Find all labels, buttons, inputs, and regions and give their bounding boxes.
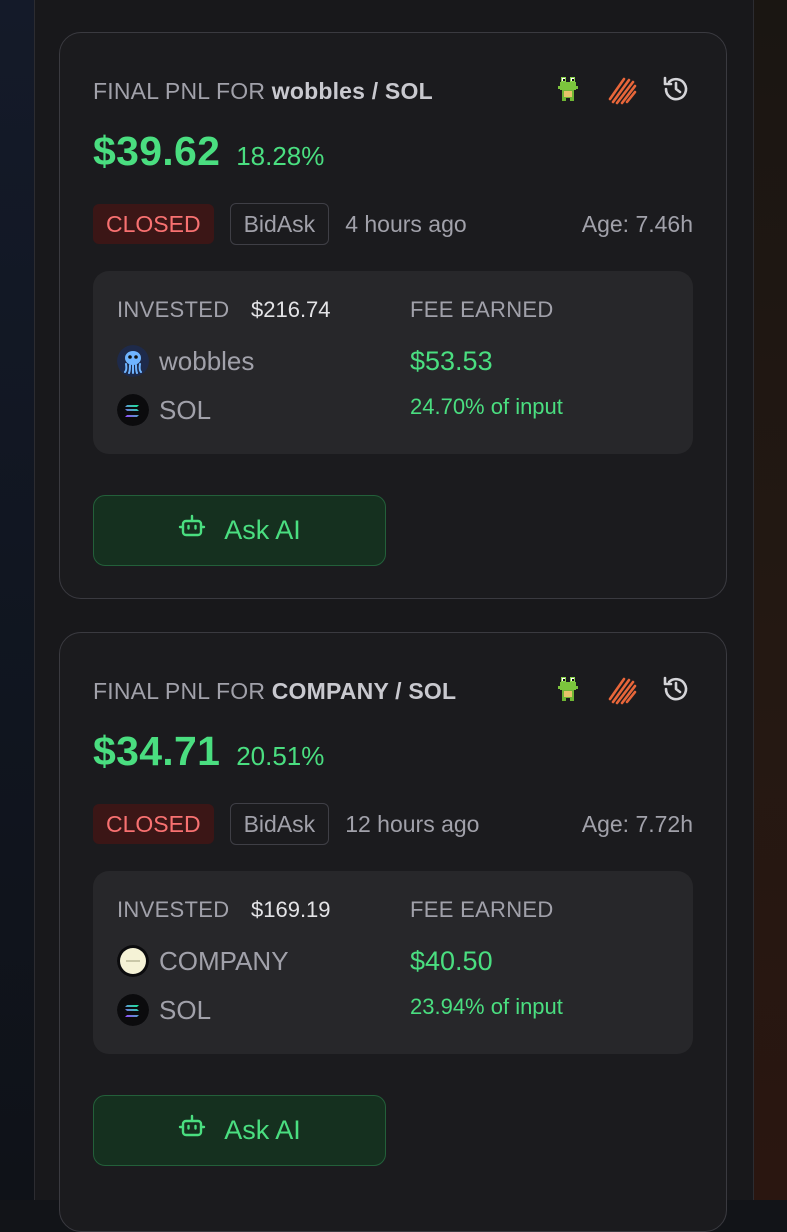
history-icon[interactable]: [660, 73, 692, 105]
invested-value: $216.74: [251, 297, 331, 322]
pnl-row: $34.71 20.51%: [93, 728, 324, 775]
ask-ai-label: Ask AI: [224, 515, 301, 545]
gecko-icon[interactable]: [552, 73, 584, 105]
fee-earned-label: FEE EARNED: [410, 297, 554, 322]
pnl-value: $39.62: [93, 128, 221, 174]
token-b-row: SOL: [117, 994, 211, 1026]
card-title: FINAL PNL FOR COMPANY / SOL: [93, 678, 456, 705]
details-box: INVESTED $169.19 FEE EARNED COMPANY SOL …: [93, 871, 693, 1054]
status-badge: CLOSED: [93, 804, 214, 844]
position-age: Age: 7.72h: [581, 810, 693, 837]
status-row: CLOSED BidAsk 4 hours ago Age: 7.46h: [93, 203, 693, 245]
pnl-percent: 20.51%: [236, 741, 325, 771]
pnl-percent: 18.28%: [236, 141, 325, 171]
history-icon[interactable]: [660, 673, 692, 705]
fee-earned-value: $40.50: [410, 946, 493, 976]
robot-icon: [178, 1113, 206, 1148]
time-ago: 12 hours ago: [345, 810, 480, 837]
status-badge: CLOSED: [93, 204, 214, 244]
token-b-name: SOL: [159, 394, 212, 425]
invested-label: INVESTED: [117, 297, 230, 322]
invested-value: $169.19: [251, 897, 331, 922]
token-a-name: COMPANY: [159, 945, 289, 976]
card-actions: [552, 73, 692, 105]
token-b-name: SOL: [159, 994, 212, 1025]
fee-earned-label: FEE EARNED: [410, 897, 554, 922]
fee-percent-of-input: 23.94% of input: [410, 994, 563, 1019]
title-prefix: FINAL PNL FOR: [93, 678, 266, 704]
invested-label: INVESTED: [117, 897, 230, 922]
robot-icon: [178, 513, 206, 548]
token-a-row: wobbles: [117, 345, 254, 377]
position-card: FINAL PNL FOR wobbles / SOL $39.62 18.28…: [59, 32, 727, 599]
wobbles-token-icon: [117, 345, 149, 377]
strategy-badge: BidAsk: [229, 203, 330, 245]
ask-ai-button[interactable]: Ask AI: [93, 1095, 386, 1166]
background-left: [0, 0, 34, 1200]
time-ago: 4 hours ago: [345, 210, 467, 237]
position-card: FINAL PNL FOR COMPANY / SOL $34.71 20.51…: [59, 632, 727, 1232]
pair-name: wobbles / SOL: [271, 78, 433, 104]
card-title: FINAL PNL FOR wobbles / SOL: [93, 78, 433, 105]
company-token-icon: [117, 945, 149, 977]
status-row: CLOSED BidAsk 12 hours ago Age: 7.72h: [93, 803, 693, 845]
fee-earned-value: $53.53: [410, 346, 493, 376]
token-a-row: COMPANY: [117, 945, 289, 977]
details-box: INVESTED $216.74 FEE EARNED wobbles SOL …: [93, 271, 693, 454]
sol-token-icon: [117, 394, 149, 426]
background-right: [754, 0, 787, 1200]
title-prefix: FINAL PNL FOR: [93, 78, 266, 104]
pnl-row: $39.62 18.28%: [93, 128, 324, 175]
token-b-row: SOL: [117, 394, 211, 426]
position-age: Age: 7.46h: [581, 210, 693, 237]
strategy-badge: BidAsk: [229, 803, 330, 845]
meteora-icon[interactable]: [606, 673, 638, 705]
fee-percent-of-input: 24.70% of input: [410, 394, 563, 419]
gecko-icon[interactable]: [552, 673, 584, 705]
pair-name: COMPANY / SOL: [271, 678, 457, 704]
meteora-icon[interactable]: [606, 73, 638, 105]
ask-ai-button[interactable]: Ask AI: [93, 495, 386, 566]
sol-token-icon: [117, 994, 149, 1026]
card-actions: [552, 673, 692, 705]
ask-ai-label: Ask AI: [224, 1115, 301, 1145]
token-a-name: wobbles: [159, 345, 255, 376]
pnl-value: $34.71: [93, 728, 221, 774]
